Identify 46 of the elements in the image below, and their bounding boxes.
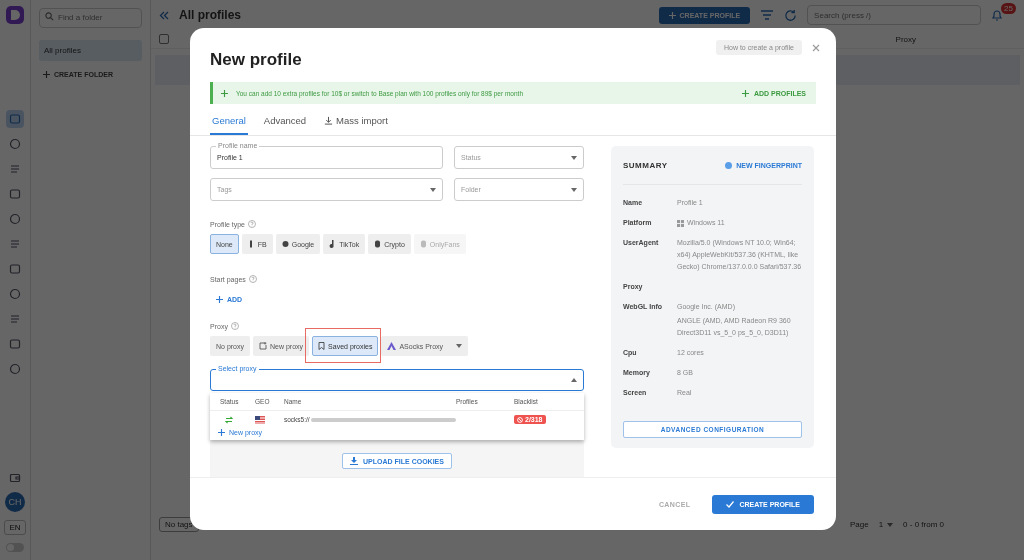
app-logo[interactable] [6, 6, 24, 24]
plus-icon [43, 70, 50, 78]
page-label: Page [849, 520, 869, 529]
summary-title: SUMMARY [623, 160, 668, 170]
tab[interactable]: General [210, 110, 248, 135]
folder-item[interactable]: All profiles [39, 39, 142, 61]
refresh-icon[interactable] [784, 8, 798, 22]
wallet-icon[interactable] [9, 472, 21, 484]
swap-icon [225, 415, 233, 424]
plus-icon [668, 11, 676, 19]
close-icon[interactable] [812, 44, 820, 52]
upload-icon [350, 457, 359, 465]
language-button[interactable]: EN [4, 520, 26, 535]
window-icon[interactable] [6, 110, 24, 128]
user-avatar[interactable]: CH [5, 492, 25, 512]
plus-icon [221, 89, 228, 97]
coin-icon [374, 240, 382, 248]
bookmark-icon [318, 342, 326, 350]
notification-count: 25 [1001, 2, 1016, 14]
check-icon [726, 500, 735, 508]
caret-icon [571, 187, 577, 192]
caret-icon [571, 155, 577, 160]
download-icon [324, 116, 334, 125]
select-all-checkbox[interactable] [159, 34, 169, 44]
bell-icon[interactable] [991, 8, 1004, 22]
plus-icon [741, 89, 749, 97]
collapse-icon[interactable] [159, 10, 169, 20]
caret-icon [887, 522, 894, 527]
caret-icon [571, 378, 577, 382]
triangle-logo-icon [387, 342, 397, 350]
tab[interactable]: Mass import [322, 110, 390, 135]
caret-icon [456, 344, 463, 348]
dialog-title: New profile [210, 50, 303, 70]
page-select[interactable]: 1 [878, 520, 894, 529]
filter-icon[interactable] [760, 9, 775, 21]
windows-icon [677, 219, 684, 227]
blocked-icon [517, 416, 523, 423]
flag-icon [255, 415, 265, 424]
page-title: All profiles [179, 8, 242, 22]
caret-icon [430, 187, 436, 192]
add-window-icon [259, 342, 267, 350]
plus-icon [216, 296, 223, 303]
note-icon [329, 240, 337, 248]
column-header: Proxy [895, 34, 916, 44]
plus-icon [218, 429, 225, 436]
tab[interactable]: Advanced [261, 110, 309, 135]
